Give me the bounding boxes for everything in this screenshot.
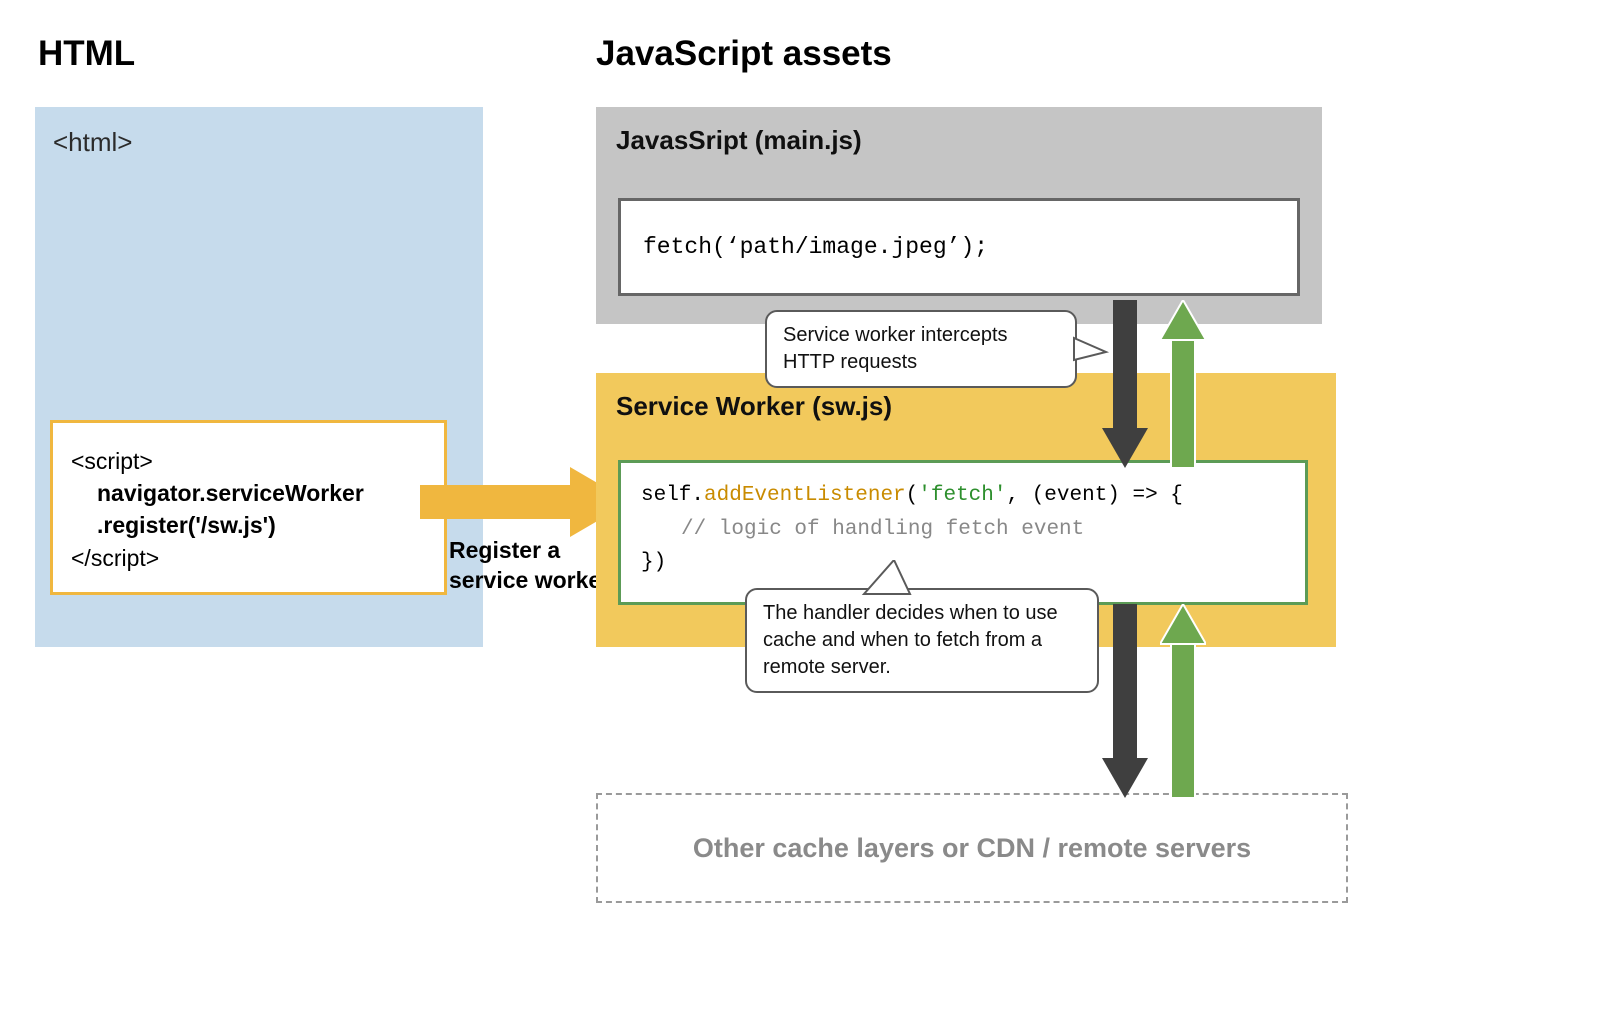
callout-handler: The handler decides when to use cache an… [745, 588, 1099, 693]
diagram-stage: HTML JavaScript assets <html> <script> n… [0, 0, 1600, 1032]
script-close-tag: </script> [71, 545, 159, 571]
sw-code-arrow: , (event) => { [1006, 484, 1182, 507]
script-open-tag: <script> [71, 448, 153, 474]
sw-code-self: self. [641, 484, 704, 507]
arrow-down-sw-to-remote-icon [1102, 604, 1142, 798]
script-line-2: .register('/sw.js') [71, 509, 426, 541]
fetch-code-box: fetch(‘path/image.jpeg’); [618, 198, 1300, 296]
sw-code-line-3: }) [641, 546, 1285, 580]
sw-code-fetch-string: 'fetch' [918, 484, 1006, 507]
sw-code-paren-open: ( [906, 484, 919, 507]
callout-handler-text: The handler decides when to use cache an… [763, 602, 1058, 678]
arrow-down-js-to-sw-icon [1102, 300, 1142, 468]
js-panel-title: JavasSript (main.js) [616, 125, 1302, 156]
heading-html: HTML [38, 34, 135, 74]
callout-handler-tail-icon [860, 560, 920, 596]
service-worker-title: Service Worker (sw.js) [616, 391, 1316, 422]
script-line-1: navigator.serviceWorker [71, 477, 426, 509]
html-tag-text: <html> [53, 127, 133, 158]
callout-intercept-tail-icon [1072, 330, 1112, 370]
script-code-box: <script> navigator.serviceWorker .regist… [50, 420, 447, 595]
service-worker-code-box: self.addEventListener('fetch', (event) =… [618, 460, 1308, 605]
arrow-up-sw-to-js-icon [1160, 300, 1200, 468]
sw-code-addeventlistener: addEventListener [704, 484, 906, 507]
fetch-code-text: fetch(‘path/image.jpeg’); [643, 234, 988, 260]
callout-intercept-text: Service worker intercepts HTTP requests [783, 324, 1008, 373]
heading-js-assets: JavaScript assets [596, 34, 892, 74]
callout-intercept: Service worker intercepts HTTP requests [765, 310, 1077, 388]
sw-code-comment: // logic of handling fetch event [641, 513, 1285, 547]
arrow-up-remote-to-sw-icon [1160, 604, 1200, 798]
remote-servers-box: Other cache layers or CDN / remote serve… [596, 793, 1348, 903]
remote-servers-text: Other cache layers or CDN / remote serve… [693, 833, 1251, 864]
sw-code-line-1: self.addEventListener('fetch', (event) =… [641, 479, 1285, 513]
